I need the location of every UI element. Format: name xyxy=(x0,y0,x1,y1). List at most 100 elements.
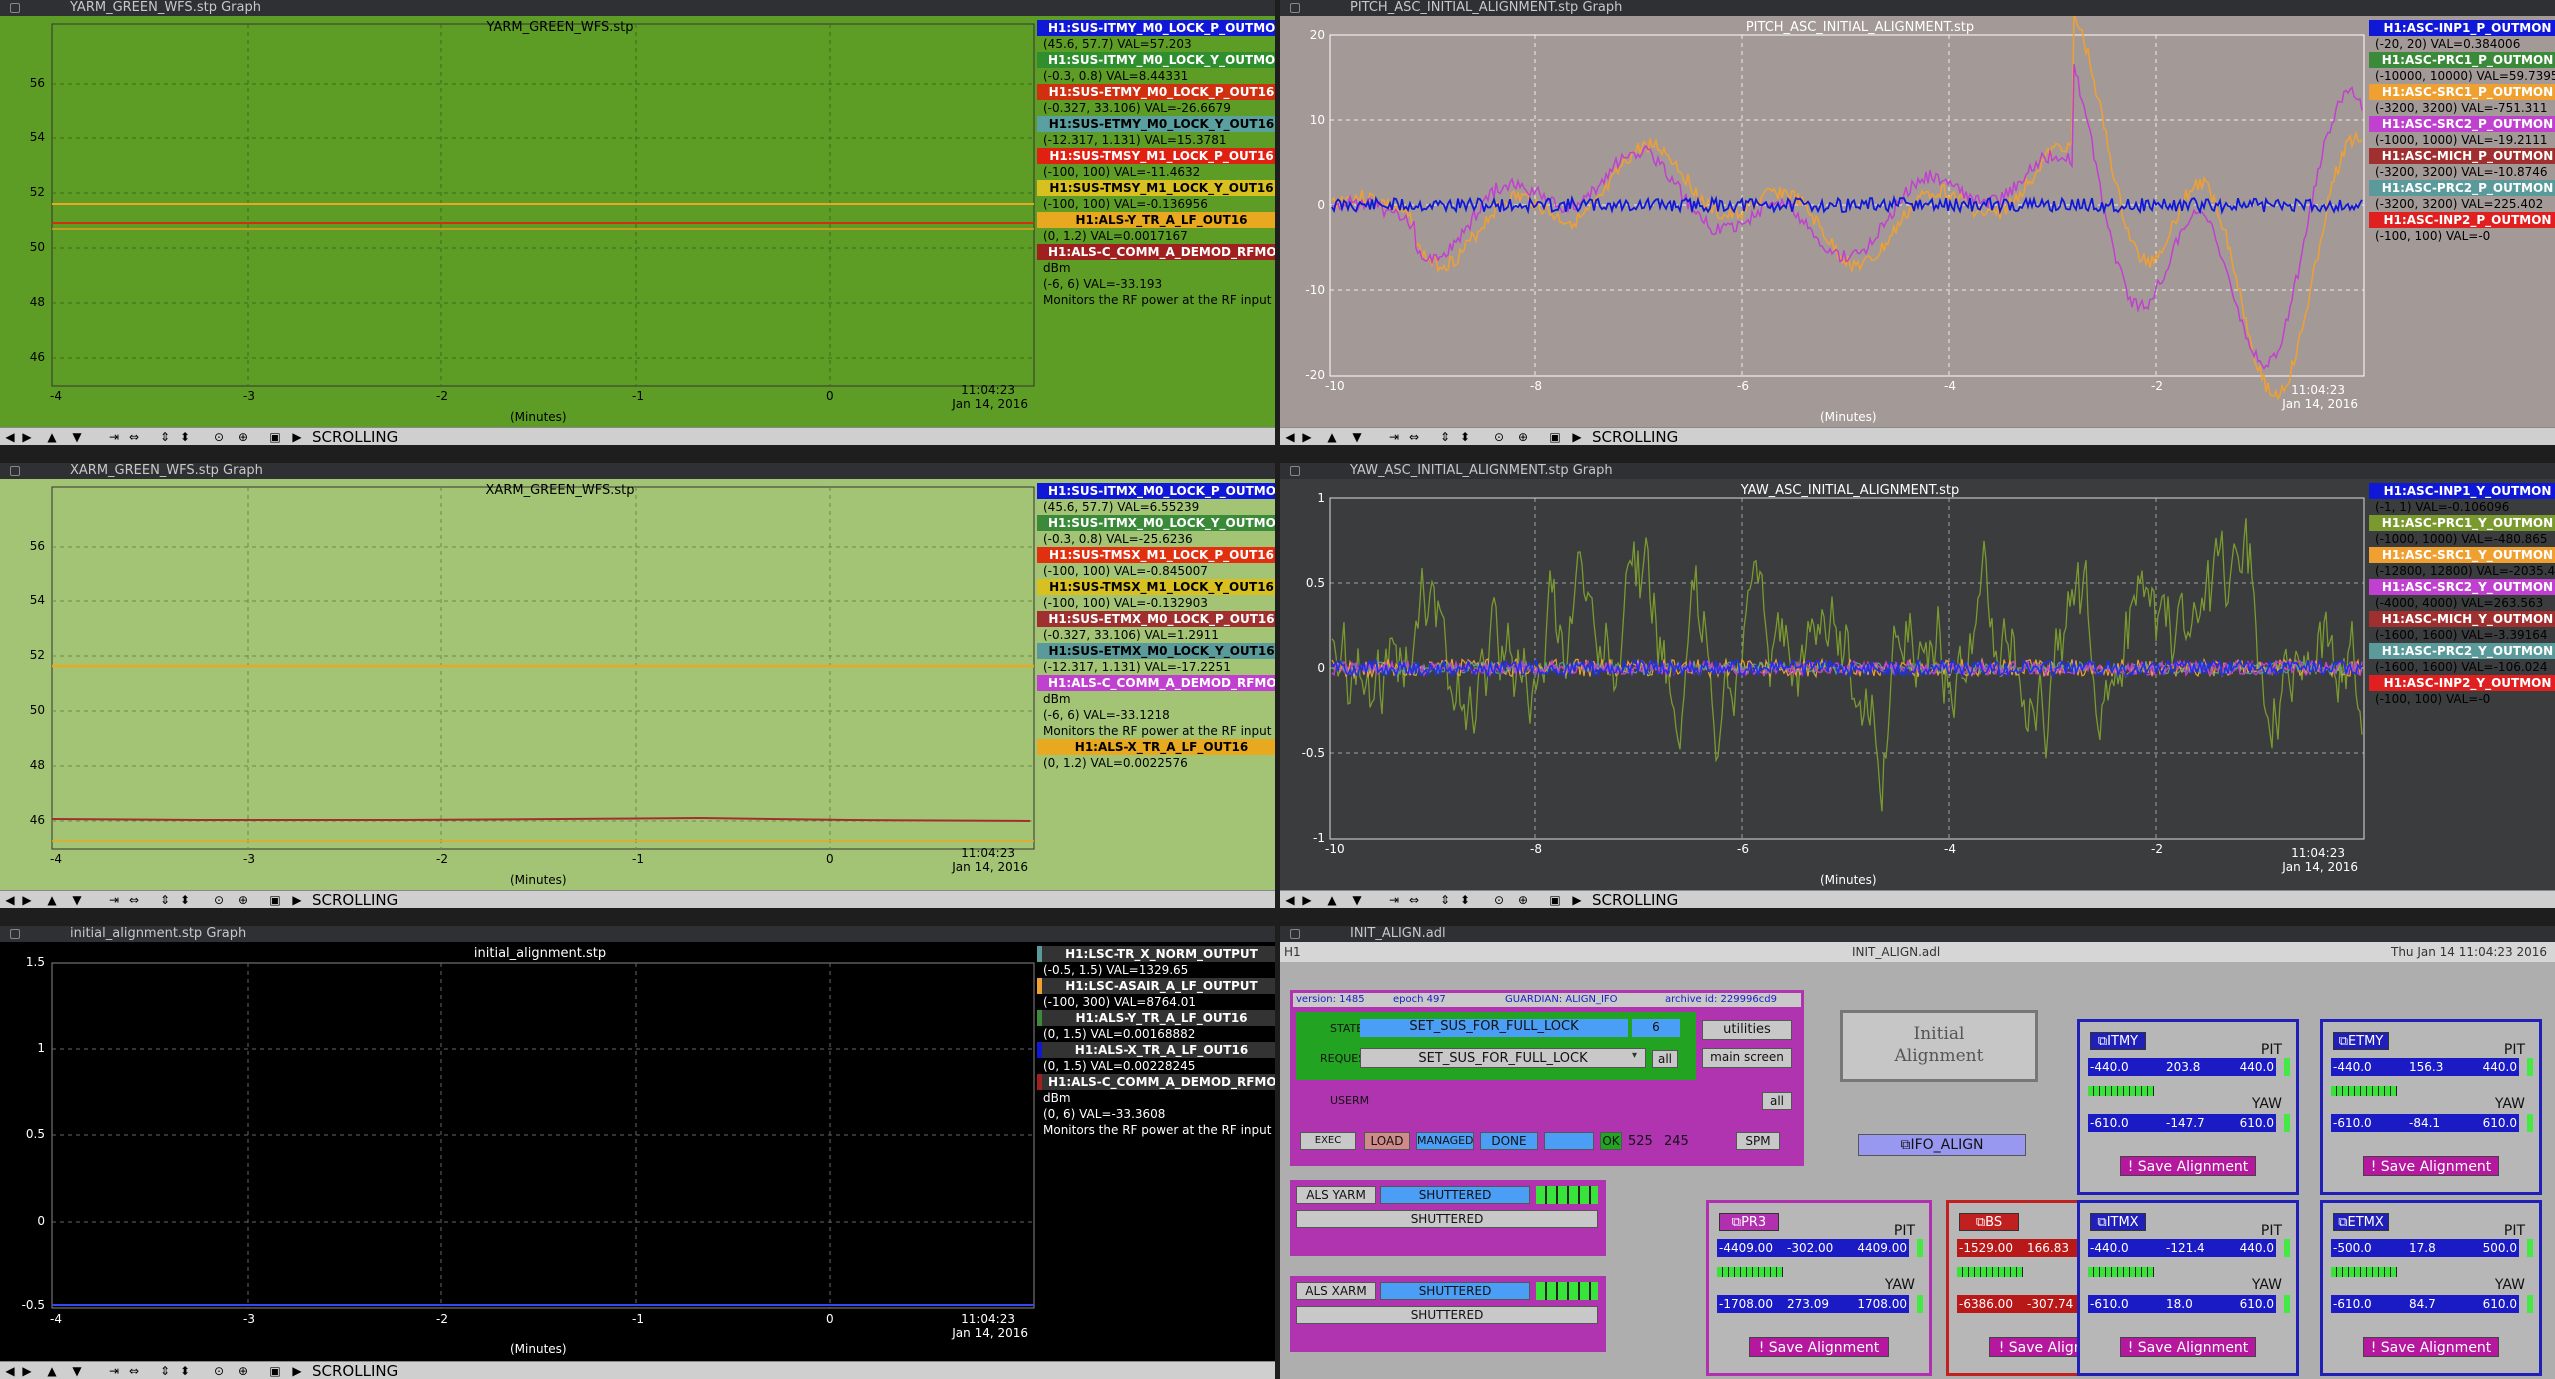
legend-channel[interactable]: H1:SUS-TMSX_M1_LOCK_P_OUT16 xyxy=(1037,547,1275,563)
yaw-slider[interactable]: -610.0 84.7 610.0 xyxy=(2331,1295,2519,1313)
stripchart-plot[interactable]: YAW_ASC_INITIAL_ALIGNMENT.stp 1 0.5 0 -0… xyxy=(1280,479,2555,890)
window-titlebar[interactable]: XARM_GREEN_WFS.stp Graph xyxy=(0,463,1275,479)
spm-button[interactable]: SPM xyxy=(1736,1132,1780,1150)
yaw-slider[interactable]: -610.0 -84.1 610.0 xyxy=(2331,1114,2519,1132)
window-titlebar[interactable]: YARM_GREEN_WFS.stp Graph xyxy=(0,0,1275,16)
optic-screen-button[interactable]: ⧉PR3 xyxy=(1719,1213,1779,1231)
zoom-out-y-icon[interactable]: ⬍ xyxy=(1458,430,1472,444)
scroll-left-icon[interactable]: ◀ xyxy=(1283,430,1297,444)
scroll-up-icon[interactable]: ▲ xyxy=(45,893,59,907)
close-icon[interactable] xyxy=(10,466,20,476)
legend-channel[interactable]: H1:ASC-SRC2_Y_OUTMON xyxy=(2369,579,2555,595)
close-icon[interactable] xyxy=(1290,3,1300,13)
yaw-slider[interactable]: -610.0 -147.7 610.0 xyxy=(2088,1114,2276,1132)
zoom-out-y-icon[interactable]: ⬍ xyxy=(178,893,192,907)
close-icon[interactable] xyxy=(1290,929,1300,939)
autoscale-icon[interactable]: ⊙ xyxy=(212,893,226,907)
stripchart-plot[interactable]: XARM_GREEN_WFS.stp 56 54 52 50 48 46 -4 … xyxy=(0,479,1275,890)
save-alignment-button[interactable]: ! Save Alignment xyxy=(1749,1337,1889,1357)
play-icon[interactable]: ▶ xyxy=(290,430,304,444)
zoom-in-x-icon[interactable]: ⇥ xyxy=(1387,893,1401,907)
save-alignment-button[interactable]: ! Save Alignment xyxy=(2363,1337,2499,1357)
window-titlebar[interactable]: YAW_ASC_INITIAL_ALIGNMENT.stp Graph xyxy=(1280,463,2555,479)
utilities-button[interactable]: utilities xyxy=(1702,1020,1792,1040)
optic-screen-button[interactable]: ⧉ITMY xyxy=(2090,1032,2146,1050)
legend-channel[interactable]: H1:SUS-ETMY_M0_LOCK_Y_OUT16 xyxy=(1037,116,1275,132)
als-xarm-button[interactable]: ALS XARM xyxy=(1296,1282,1376,1300)
zoom-in-y-icon[interactable]: ⇕ xyxy=(1438,430,1452,444)
optic-screen-button[interactable]: ⧉ETMY xyxy=(2333,1032,2389,1050)
autoscale-icon[interactable]: ⊙ xyxy=(212,1364,226,1378)
request-menu[interactable]: SET_SUS_FOR_FULL_LOCK xyxy=(1360,1048,1646,1068)
legend-channel[interactable]: H1:ASC-SRC1_Y_OUTMON xyxy=(2369,547,2555,563)
pan-mode-icon[interactable]: ▣ xyxy=(268,1364,282,1378)
usermsg-all-button[interactable]: all xyxy=(1762,1092,1792,1110)
scroll-left-icon[interactable]: ◀ xyxy=(1283,893,1297,907)
play-icon[interactable]: ▶ xyxy=(1570,430,1584,444)
scroll-right-icon[interactable]: ▶ xyxy=(1300,893,1314,907)
legend-channel[interactable]: H1:ALS-C_COMM_A_DEMOD_RFMON xyxy=(1037,675,1275,691)
scroll-left-icon[interactable]: ◀ xyxy=(3,430,17,444)
yaw-slider[interactable]: -1708.00 273.09 1708.00 xyxy=(1717,1295,1909,1313)
legend-channel[interactable]: H1:SUS-ETMY_M0_LOCK_P_OUT16 xyxy=(1037,84,1275,100)
zoom-in-y-icon[interactable]: ⇕ xyxy=(158,893,172,907)
pit-slider[interactable]: -440.0 156.3 440.0 xyxy=(2331,1058,2519,1076)
reset-icon[interactable]: ⊕ xyxy=(236,893,250,907)
als-yarm-button[interactable]: ALS YARM xyxy=(1296,1186,1376,1204)
legend-channel[interactable]: H1:ALS-Y_TR_A_LF_OUT16 xyxy=(1037,212,1275,228)
scroll-left-icon[interactable]: ◀ xyxy=(3,893,17,907)
stripchart-plot[interactable]: initial_alignment.stp 1.5 1 0.5 0 -0.5 -… xyxy=(0,942,1275,1361)
close-icon[interactable] xyxy=(1290,466,1300,476)
reset-icon[interactable]: ⊕ xyxy=(1516,430,1530,444)
pan-mode-icon[interactable]: ▣ xyxy=(268,893,282,907)
legend-channel[interactable]: H1:SUS-ITMX_M0_LOCK_Y_OUTMON xyxy=(1037,515,1275,531)
pan-mode-icon[interactable]: ▣ xyxy=(268,430,282,444)
legend-channel[interactable]: H1:ASC-PRC2_P_OUTMON xyxy=(2369,180,2555,196)
legend[interactable]: H1:LSC-TR_X_NORM_OUTPUT (-0.5, 1.5) VAL=1… xyxy=(1037,946,1275,1138)
ifo-align-button[interactable]: ⧉IFO_ALIGN xyxy=(1858,1134,2026,1156)
zoom-out-y-icon[interactable]: ⬍ xyxy=(178,430,192,444)
legend-channel[interactable]: H1:ASC-SRC2_P_OUTMON xyxy=(2369,116,2555,132)
legend-channel[interactable]: H1:ASC-INP2_P_OUTMON xyxy=(2369,212,2555,228)
scroll-right-icon[interactable]: ▶ xyxy=(20,430,34,444)
zoom-in-x-icon[interactable]: ⇥ xyxy=(107,893,121,907)
legend-channel[interactable]: H1:ALS-X_TR_A_LF_OUT16 xyxy=(1037,1042,1275,1058)
legend-channel[interactable]: H1:SUS-TMSX_M1_LOCK_Y_OUT16 xyxy=(1037,579,1275,595)
exec-menu[interactable]: EXEC xyxy=(1300,1132,1356,1150)
close-icon[interactable] xyxy=(10,929,20,939)
autoscale-icon[interactable]: ⊙ xyxy=(1492,430,1506,444)
legend-channel[interactable]: H1:ASC-MICH_P_OUTMON xyxy=(2369,148,2555,164)
scroll-up-icon[interactable]: ▲ xyxy=(1325,893,1339,907)
legend[interactable]: H1:ASC-INP1_P_OUTMON (-20, 20) VAL=0.3840… xyxy=(2369,20,2555,244)
window-titlebar[interactable]: PITCH_ASC_INITIAL_ALIGNMENT.stp Graph xyxy=(1280,0,2555,16)
zoom-in-x-icon[interactable]: ⇥ xyxy=(107,1364,121,1378)
legend-channel[interactable]: H1:SUS-ITMY_M0_LOCK_Y_OUTMON xyxy=(1037,52,1275,68)
legend-channel[interactable]: H1:ALS-C_COMM_A_DEMOD_RFMON xyxy=(1037,244,1275,260)
zoom-in-y-icon[interactable]: ⇕ xyxy=(1438,893,1452,907)
legend-channel[interactable]: H1:ALS-X_TR_A_LF_OUT16 xyxy=(1037,739,1275,755)
play-icon[interactable]: ▶ xyxy=(1570,893,1584,907)
zoom-in-x-icon[interactable]: ⇥ xyxy=(107,430,121,444)
scroll-down-icon[interactable]: ▼ xyxy=(70,430,84,444)
reset-icon[interactable]: ⊕ xyxy=(236,430,250,444)
pit-slider[interactable]: -4409.00 -302.00 4409.00 xyxy=(1717,1239,1909,1257)
close-icon[interactable] xyxy=(10,3,20,13)
save-alignment-button[interactable]: ! Save Alignment xyxy=(2120,1337,2256,1357)
legend[interactable]: H1:SUS-ITMX_M0_LOCK_P_OUTMON (45.6, 57.7)… xyxy=(1037,483,1275,771)
legend-channel[interactable]: H1:ASC-PRC1_P_OUTMON xyxy=(2369,52,2555,68)
scroll-left-icon[interactable]: ◀ xyxy=(3,1364,17,1378)
managed-button[interactable]: MANAGED xyxy=(1416,1132,1474,1150)
reset-icon[interactable]: ⊕ xyxy=(236,1364,250,1378)
pit-slider[interactable]: -440.0 -121.4 440.0 xyxy=(2088,1239,2276,1257)
zoom-out-x-icon[interactable]: ⇔ xyxy=(127,893,141,907)
pan-mode-icon[interactable]: ▣ xyxy=(1548,430,1562,444)
optic-screen-button[interactable]: ⧉ITMX xyxy=(2090,1213,2146,1231)
reset-icon[interactable]: ⊕ xyxy=(1516,893,1530,907)
legend-channel[interactable]: H1:LSC-ASAIR_A_LF_OUTPUT xyxy=(1037,978,1275,994)
scroll-right-icon[interactable]: ▶ xyxy=(1300,430,1314,444)
zoom-out-x-icon[interactable]: ⇔ xyxy=(127,430,141,444)
zoom-out-y-icon[interactable]: ⬍ xyxy=(1458,893,1472,907)
pit-slider[interactable]: -500.0 17.8 500.0 xyxy=(2331,1239,2519,1257)
legend-channel[interactable]: H1:ASC-INP2_Y_OUTMON xyxy=(2369,675,2555,691)
load-button[interactable]: LOAD xyxy=(1364,1132,1410,1150)
